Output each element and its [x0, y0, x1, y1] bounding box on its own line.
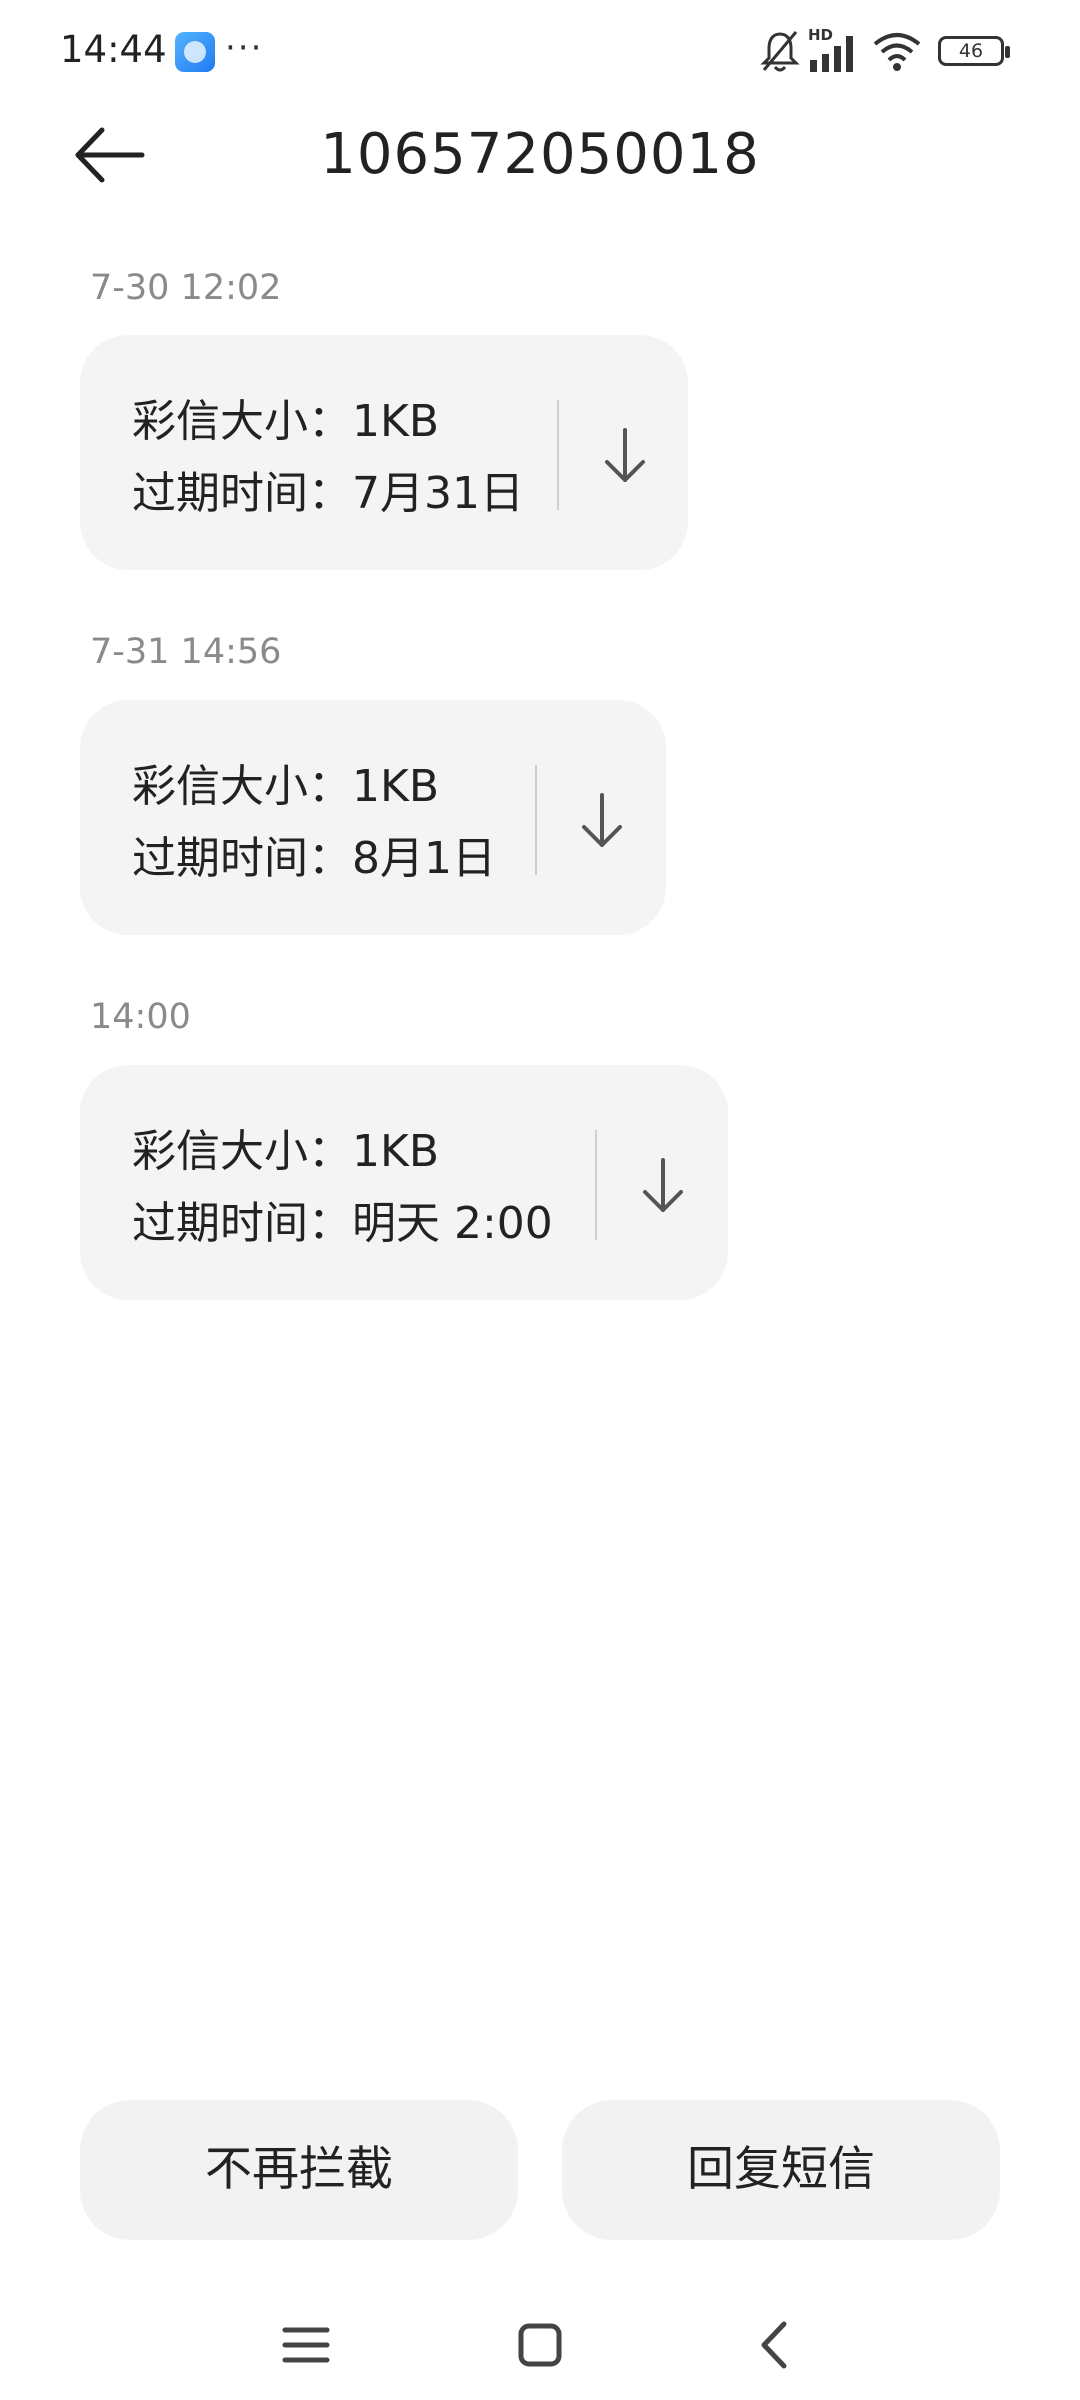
reply-sms-button[interactable]: 回复短信 [562, 2100, 1000, 2240]
download-arrow-icon [605, 428, 645, 482]
status-bar: 14:44 ··· HD 46 [0, 0, 1080, 100]
status-time: 14:44 [60, 28, 167, 71]
mms-size-text: 彩信大小：1KB [132, 761, 440, 812]
bubble-divider [557, 400, 559, 510]
message-timestamp: 14:00 [90, 997, 191, 1037]
message-timestamp: 7-31 14:56 [90, 632, 282, 672]
bubble-divider [595, 1130, 597, 1240]
download-arrow-icon [643, 1158, 683, 1212]
download-arrow-icon [582, 793, 622, 847]
nav-menu-button[interactable] [271, 2310, 341, 2380]
mms-size-text: 彩信大小：1KB [132, 396, 440, 447]
more-notifications-icon: ··· [225, 28, 264, 68]
mms-expire-text: 过期时间：8月1日 [132, 833, 496, 884]
bubble-divider [535, 765, 537, 875]
battery-level: 46 [958, 40, 984, 62]
download-mms-button[interactable] [585, 410, 665, 500]
sms-conversation-screen: 14:44 ··· HD 46 106572050018 7-30 12:02 … [0, 0, 1080, 2400]
mms-message-bubble: 彩信大小：1KB 过期时间：明天 2:00 [80, 1065, 728, 1300]
back-icon [761, 2321, 787, 2369]
mute-bell-icon [760, 31, 800, 72]
signal-icon [810, 36, 853, 72]
unblock-button[interactable]: 不再拦截 [80, 2100, 518, 2240]
download-mms-button[interactable] [562, 775, 642, 865]
menu-icon [282, 2327, 330, 2363]
mms-message-bubble: 彩信大小：1KB 过期时间：7月31日 [80, 335, 688, 570]
browser-icon [175, 32, 215, 72]
wifi-icon [873, 33, 921, 71]
home-icon [518, 2323, 562, 2367]
contact-number-title: 106572050018 [320, 122, 760, 187]
message-timestamp: 7-30 12:02 [90, 268, 282, 308]
mms-expire-text: 过期时间：7月31日 [132, 468, 524, 519]
nav-back-button[interactable] [740, 2310, 810, 2380]
status-icons: HD 46 [760, 26, 1020, 76]
system-nav-bar [0, 2290, 1080, 2400]
conversation-header: 106572050018 [0, 100, 1080, 220]
download-mms-button[interactable] [623, 1140, 703, 1230]
mms-size-text: 彩信大小：1KB [132, 1126, 440, 1177]
mms-expire-text: 过期时间：明天 2:00 [132, 1198, 553, 1249]
nav-home-button[interactable] [505, 2310, 575, 2380]
battery-icon: 46 [938, 36, 1010, 66]
mms-message-bubble: 彩信大小：1KB 过期时间：8月1日 [80, 700, 666, 935]
